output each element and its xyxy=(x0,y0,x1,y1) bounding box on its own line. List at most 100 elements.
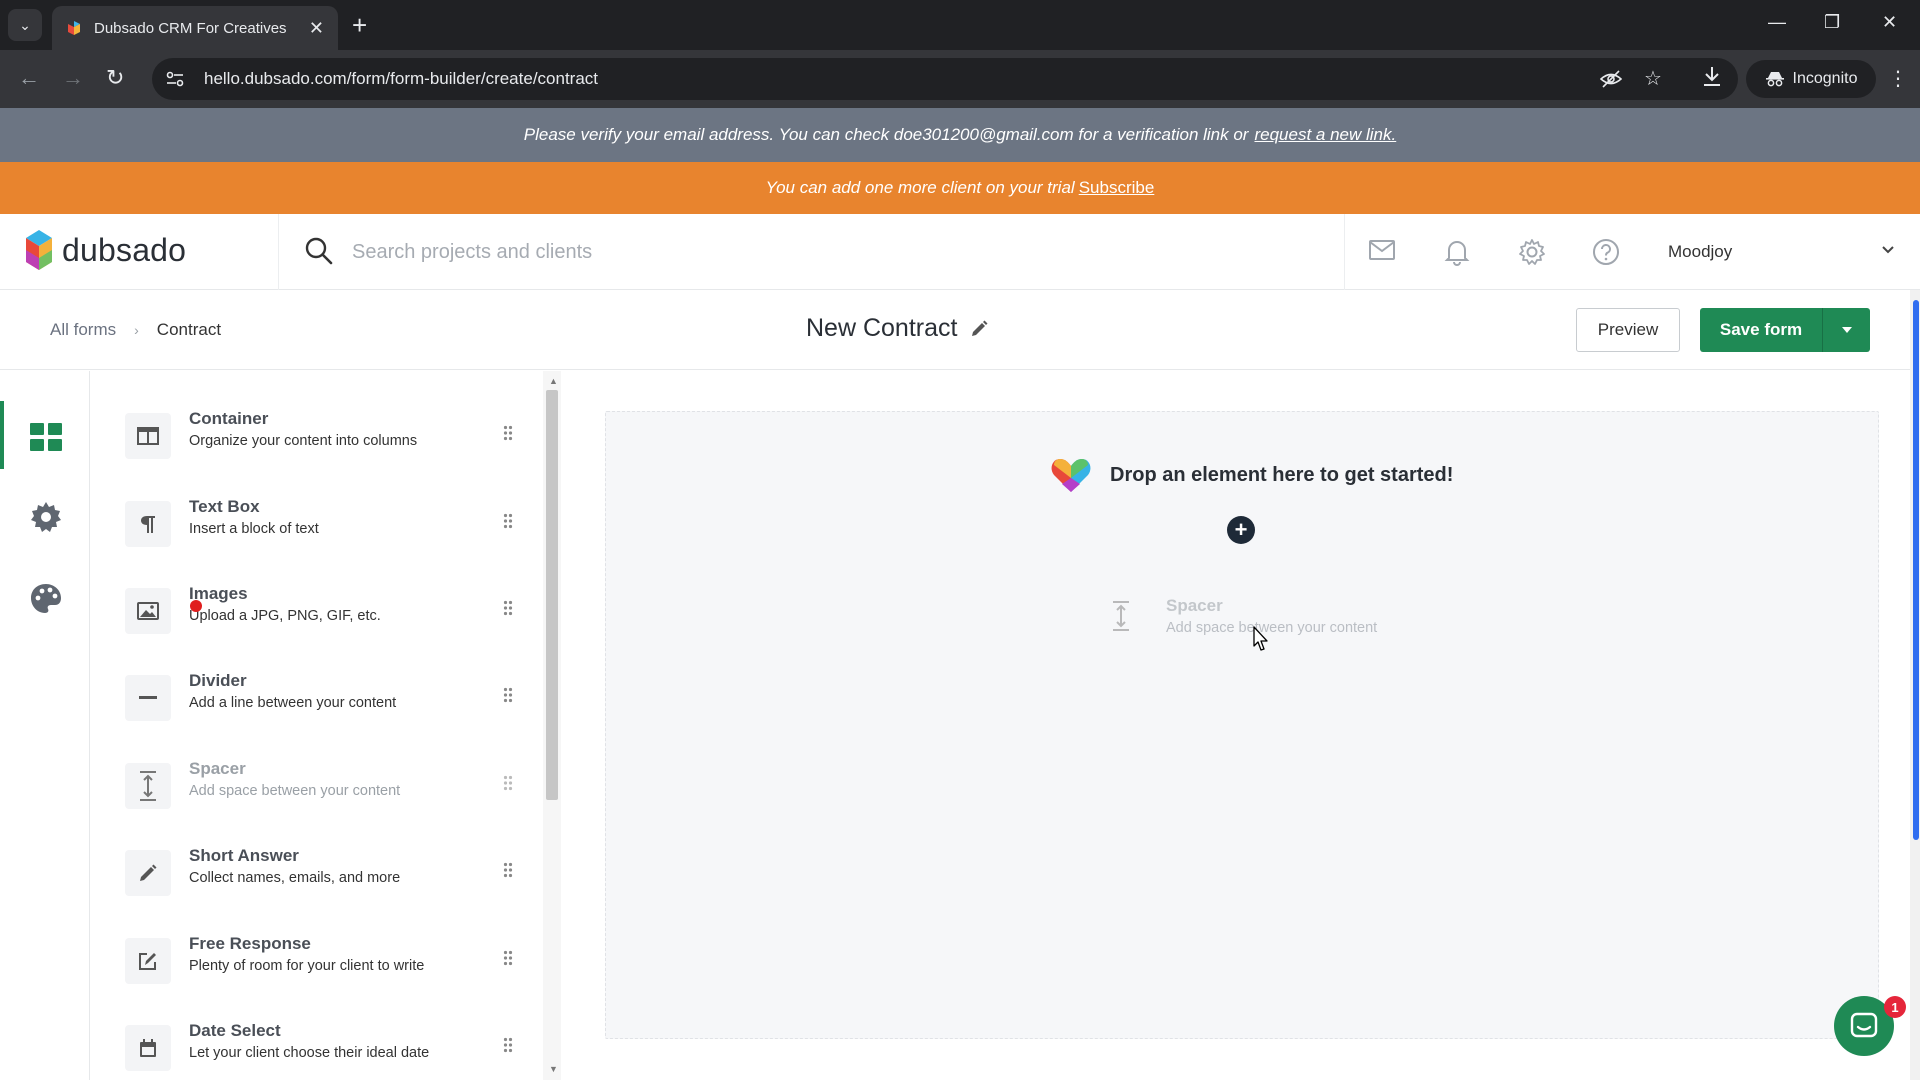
verify-text: Please verify your email address. You ca… xyxy=(523,125,1249,144)
drag-handle-icon[interactable] xyxy=(503,1037,513,1053)
page-scroll-thumb[interactable] xyxy=(1913,300,1919,840)
palette-item-desc: Upload a JPG, PNG, GIF, etc. xyxy=(189,608,381,624)
palette-item-container[interactable]: Container Organize your content into col… xyxy=(125,407,525,471)
add-element-icon[interactable]: + xyxy=(1227,516,1255,544)
palette-item-short-answer[interactable]: Short Answer Collect names, emails, and … xyxy=(125,844,525,908)
drag-handle-icon[interactable] xyxy=(503,862,513,878)
ghost-desc: Add space between your content xyxy=(1166,620,1378,636)
chat-notification-badge: 1 xyxy=(1884,996,1906,1018)
palette-item-title: Spacer xyxy=(189,759,246,778)
palette-item-images[interactable]: Images Upload a JPG, PNG, GIF, etc. xyxy=(125,582,525,646)
palette-icon[interactable] xyxy=(28,581,64,617)
palette-item-desc: Collect names, emails, and more xyxy=(189,870,401,886)
site-info-icon[interactable] xyxy=(166,71,184,87)
tab-title: Dubsado CRM For Creatives xyxy=(94,19,287,37)
palette-item-desc: Plenty of room for your client to write xyxy=(189,958,425,974)
palette-item-free-response[interactable]: Free Response Plenty of room for your cl… xyxy=(125,932,525,996)
window-close-icon[interactable]: ✕ xyxy=(1882,12,1897,33)
chat-bubble-icon xyxy=(1850,1012,1878,1038)
palette-item-title: Divider xyxy=(189,671,247,690)
palette-item-date-select[interactable]: Date Select Let your client choose their… xyxy=(125,1019,525,1080)
user-name[interactable]: Moodjoy xyxy=(1668,242,1732,262)
drag-handle-icon[interactable] xyxy=(503,600,513,616)
edit-title-pencil-icon[interactable] xyxy=(969,319,989,339)
help-icon[interactable] xyxy=(1592,238,1620,266)
drag-handle-icon[interactable] xyxy=(503,425,513,441)
restore-icon[interactable]: ❐ xyxy=(1824,12,1840,33)
bell-icon[interactable] xyxy=(1444,238,1470,266)
browser-tab[interactable]: Dubsado CRM For Creatives ✕ xyxy=(52,6,338,50)
palette-item-text-box[interactable]: Text Box Insert a block of text xyxy=(125,495,525,559)
palette-item-title: Short Answer xyxy=(189,846,299,865)
element-palette: Container Organize your content into col… xyxy=(91,371,535,1080)
form-title-text: New Contract xyxy=(806,314,958,342)
preview-button[interactable]: Preview xyxy=(1576,308,1680,352)
palette-item-desc: Add space between your content xyxy=(189,783,401,799)
drop-prompt-text: Drop an element here to get started! xyxy=(1110,463,1454,486)
settings-gear-icon[interactable] xyxy=(1518,238,1546,266)
form-settings-gear-icon[interactable] xyxy=(28,499,64,535)
chevron-right-icon: › xyxy=(134,322,139,338)
palette-item-desc: Add a line between your content xyxy=(189,695,397,711)
scroll-up-arrow-icon[interactable]: ▲ xyxy=(549,376,558,386)
drag-handle-icon[interactable] xyxy=(503,687,513,703)
forward-icon[interactable]: → xyxy=(62,65,84,91)
palette-item-spacer[interactable]: Spacer Add space between your content xyxy=(125,757,525,821)
palette-scroll-thumb[interactable] xyxy=(546,390,558,800)
mail-icon[interactable] xyxy=(1368,238,1396,262)
elements-grid-icon[interactable] xyxy=(28,419,64,455)
drag-handle-icon[interactable] xyxy=(503,513,513,529)
header-divider xyxy=(278,214,279,290)
dubsado-favicon-icon xyxy=(68,21,80,35)
incognito-indicator[interactable]: Incognito xyxy=(1746,60,1876,98)
palette-icon-box xyxy=(125,763,171,809)
breadcrumb-current: Contract xyxy=(156,320,222,339)
container-icon xyxy=(137,427,159,445)
address-bar[interactable]: hello.dubsado.com/form/form-builder/crea… xyxy=(152,58,1738,100)
url-text: hello.dubsado.com/form/form-builder/crea… xyxy=(204,69,599,88)
palette-item-desc: Organize your content into columns xyxy=(189,433,418,449)
bookmark-star-icon[interactable]: ☆ xyxy=(1644,66,1662,91)
palette-item-title: Free Response xyxy=(189,934,311,953)
chevron-down-icon[interactable] xyxy=(1880,244,1896,256)
request-new-link[interactable]: request a new link. xyxy=(1254,125,1396,145)
minimize-icon[interactable]: — xyxy=(1768,12,1786,33)
builder-side-rail xyxy=(0,371,90,1080)
reload-icon[interactable]: ↻ xyxy=(106,65,124,91)
tab-close-icon[interactable]: ✕ xyxy=(309,18,324,39)
form-builder-toolbar: All forms › Contract New Contract Previe… xyxy=(0,290,1910,370)
drag-handle-icon[interactable] xyxy=(503,950,513,966)
divider-icon xyxy=(139,696,157,699)
scroll-down-arrow-icon[interactable]: ▼ xyxy=(549,1064,558,1074)
subscribe-link[interactable]: Subscribe xyxy=(1079,178,1155,198)
app-header: dubsado Moodjoy xyxy=(0,214,1920,290)
tab-search-button[interactable]: ⌄ xyxy=(8,9,42,41)
download-icon[interactable] xyxy=(1702,65,1722,87)
edit-icon xyxy=(139,953,156,970)
palette-icon-box xyxy=(125,850,171,896)
palette-item-desc: Insert a block of text xyxy=(189,521,319,537)
palette-item-divider[interactable]: Divider Add a line between your content xyxy=(125,669,525,733)
browser-menu-icon[interactable]: ⋮ xyxy=(1888,66,1908,91)
breadcrumb: All forms › Contract xyxy=(50,320,221,340)
search-input[interactable] xyxy=(352,232,1252,272)
header-divider-right xyxy=(1344,214,1345,290)
click-indicator-dot xyxy=(190,600,202,612)
dubsado-logo[interactable]: dubsado xyxy=(24,228,186,272)
image-icon xyxy=(137,602,159,620)
save-options-dropdown[interactable] xyxy=(1822,308,1870,352)
new-tab-button[interactable]: + xyxy=(352,10,367,40)
dubsado-logo-icon xyxy=(26,230,52,270)
palette-icon-box xyxy=(125,501,171,547)
palette-icon-box xyxy=(125,1025,171,1071)
caret-down-icon xyxy=(1841,327,1852,333)
drag-handle-icon[interactable] xyxy=(503,775,513,791)
browser-toolbar: ← → ↻ hello.dubsado.com/form/form-builde… xyxy=(0,50,1920,108)
back-icon[interactable]: ← xyxy=(18,65,40,91)
eye-off-icon[interactable] xyxy=(1600,69,1622,89)
breadcrumb-all-forms[interactable]: All forms xyxy=(50,320,116,340)
drop-zone[interactable] xyxy=(605,411,1879,1039)
browser-tab-bar: ⌄ Dubsado CRM For Creatives ✕ + — ❐ ✕ xyxy=(0,0,1920,50)
save-form-button[interactable]: Save form xyxy=(1700,308,1822,352)
search-icon[interactable] xyxy=(304,236,334,266)
